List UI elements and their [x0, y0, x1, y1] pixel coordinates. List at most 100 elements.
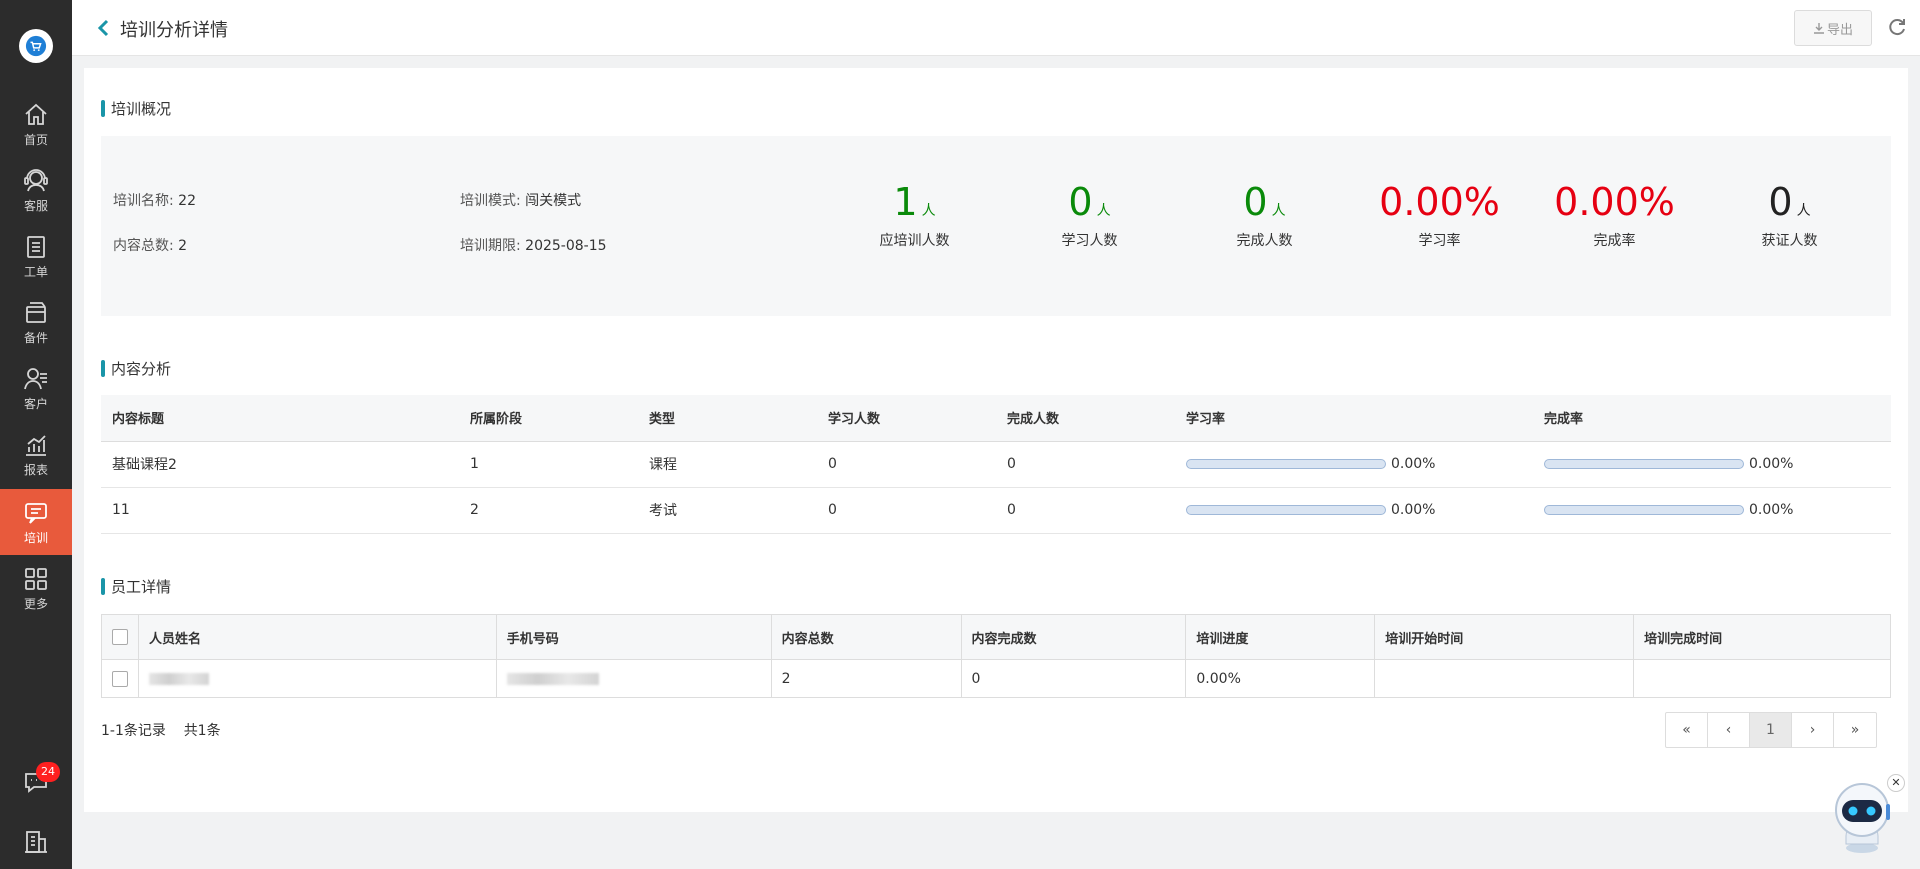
type-cell: 课程	[638, 441, 817, 488]
learn-rate-text: 0.00%	[1391, 502, 1436, 518]
row-select-cell	[101, 659, 139, 698]
complete-rate-text: 0.00%	[1749, 456, 1794, 472]
stage-cell: 2	[459, 487, 638, 534]
select-all-cell	[101, 614, 139, 660]
cart-logo-icon	[25, 35, 47, 57]
start-time-cell	[1374, 659, 1635, 698]
back-arrow-icon[interactable]	[94, 18, 114, 38]
sidebar-item-workorder[interactable]: 工单	[0, 223, 72, 289]
learn-rate-progress-bar	[1186, 459, 1386, 469]
sidebar-item-home[interactable]: 首页	[0, 91, 72, 157]
table-header-row: 内容标题 所属阶段 类型 学习人数 完成人数 学习率 完成率	[101, 395, 1891, 442]
complete-rate-cell: 0.00%	[1533, 487, 1891, 534]
column-header[interactable]: 学习率	[1175, 395, 1533, 442]
stat-label: 完成人数	[1236, 233, 1293, 249]
app-logo[interactable]	[19, 29, 53, 63]
page-title: 培训分析详情	[120, 20, 228, 41]
sidebar-item-training[interactable]: 培训	[0, 489, 72, 555]
records-total: 共1条	[183, 723, 221, 739]
end-time-cell	[1633, 659, 1891, 698]
column-header[interactable]: 内容完成数	[961, 614, 1187, 660]
company-button[interactable]	[0, 828, 72, 856]
completers-cell: 0	[996, 487, 1175, 534]
row-checkbox[interactable]	[112, 670, 128, 687]
stat-label: 完成率	[1593, 233, 1636, 249]
stat-label: 学习人数	[1061, 233, 1118, 249]
column-header[interactable]: 手机号码	[496, 614, 772, 660]
last-page-button[interactable]: »	[1834, 713, 1876, 747]
box-icon	[26, 301, 46, 323]
sidebar-item-label: 首页	[23, 132, 48, 147]
column-header[interactable]: 人员姓名	[138, 614, 497, 660]
sidebar-item-parts[interactable]: 备件	[0, 289, 72, 355]
refresh-icon[interactable]	[1886, 16, 1908, 38]
complete-rate-progress-bar	[1544, 459, 1744, 469]
stat-certified: 0人 获证人数	[1702, 178, 1877, 250]
sidebar-item-more[interactable]: 更多	[0, 555, 72, 621]
sidebar-item-customer[interactable]: 客户	[0, 355, 72, 421]
table-row[interactable]: 2 0 0.00%	[101, 659, 1891, 698]
sidebar-item-label: 客服	[23, 198, 48, 213]
sidebar-item-label: 备件	[23, 330, 48, 345]
complete-rate-text: 0.00%	[1749, 502, 1794, 518]
content-total-field: 内容总数: 2	[113, 235, 187, 255]
stat-value: 0	[1068, 180, 1093, 224]
select-all-checkbox[interactable]	[112, 629, 128, 645]
stage-cell: 1	[459, 441, 638, 488]
column-header[interactable]: 学习人数	[817, 395, 996, 442]
content-title-cell: 11	[101, 487, 459, 534]
content-analysis-table: 内容标题 所属阶段 类型 学习人数 完成人数 学习率 完成率 基础课程2 1 课…	[101, 395, 1891, 534]
export-button[interactable]: 导出	[1794, 10, 1872, 46]
stat-learn-rate: 0.00% 学习率	[1352, 178, 1527, 250]
column-header[interactable]: 完成人数	[996, 395, 1175, 442]
learn-rate-progress-bar	[1186, 505, 1386, 515]
column-header[interactable]: 培训完成时间	[1633, 614, 1891, 660]
sidebar-item-report[interactable]: 报表	[0, 421, 72, 487]
grid-icon	[25, 567, 47, 590]
employee-table: 人员姓名 手机号码 内容总数 内容完成数 培训进度 培训开始时间 培训完成时间 …	[101, 614, 1891, 698]
training-deadline-value: 2025-08-15	[525, 238, 607, 254]
training-name-value: 22	[178, 193, 196, 209]
training-icon	[25, 502, 47, 524]
redacted-phone	[506, 672, 599, 685]
type-cell: 考试	[638, 487, 817, 534]
column-header[interactable]: 培训进度	[1185, 614, 1376, 660]
next-page-button[interactable]: ›	[1792, 713, 1834, 747]
column-header[interactable]: 内容总数	[771, 614, 962, 660]
page-header: 培训分析详情 导出	[72, 0, 1920, 56]
column-header[interactable]: 培训开始时间	[1374, 614, 1635, 660]
main-panel: 培训概况 培训名称: 22 内容总数: 2 培训模式: 闯关模式 培训期限: 2…	[84, 68, 1908, 812]
prev-page-button[interactable]: ‹	[1708, 713, 1750, 747]
progress-cell: 0.00%	[1185, 659, 1376, 698]
stat-learners: 0人 学习人数	[1002, 178, 1177, 250]
stat-value: 1	[893, 180, 918, 224]
stat-label: 获证人数	[1761, 233, 1818, 249]
content-total-value: 2	[178, 238, 188, 254]
column-header[interactable]: 内容标题	[101, 395, 459, 442]
stat-value: 0.00%	[1379, 180, 1500, 224]
assistant-close-button[interactable]: ✕	[1887, 774, 1905, 792]
column-header[interactable]: 完成率	[1533, 395, 1891, 442]
training-deadline-key: 培训期限:	[460, 238, 521, 254]
stat-completers: 0人 完成人数	[1177, 178, 1352, 250]
first-page-button[interactable]: «	[1666, 713, 1708, 747]
table-row[interactable]: 11 2 考试 0 0 0.00% 0.00%	[101, 487, 1891, 534]
sidebar-item-label: 报表	[23, 462, 48, 477]
stat-unit: 人	[921, 203, 936, 219]
stat-value: 0	[1768, 180, 1793, 224]
training-mode-key: 培训模式:	[460, 193, 521, 209]
sidebar-item-service[interactable]: 客服	[0, 157, 72, 223]
training-deadline-field: 培训期限: 2025-08-15	[460, 235, 607, 255]
column-header[interactable]: 所属阶段	[459, 395, 638, 442]
column-header[interactable]: 类型	[638, 395, 817, 442]
table-row[interactable]: 基础课程2 1 课程 0 0 0.00% 0.00%	[101, 441, 1891, 488]
stat-unit: 人	[1796, 203, 1811, 219]
training-mode-field: 培训模式: 闯关模式	[460, 190, 581, 210]
table-header-row: 人员姓名 手机号码 内容总数 内容完成数 培训进度 培训开始时间 培训完成时间	[101, 614, 1891, 660]
stat-unit: 人	[1096, 203, 1111, 219]
stat-label: 应培训人数	[879, 233, 950, 249]
current-page-button[interactable]: 1	[1750, 713, 1792, 747]
stat-should-train: 1人 应培训人数	[827, 178, 1002, 250]
chart-icon	[26, 434, 46, 456]
records-summary: 1-1条记录 共1条	[101, 720, 221, 740]
